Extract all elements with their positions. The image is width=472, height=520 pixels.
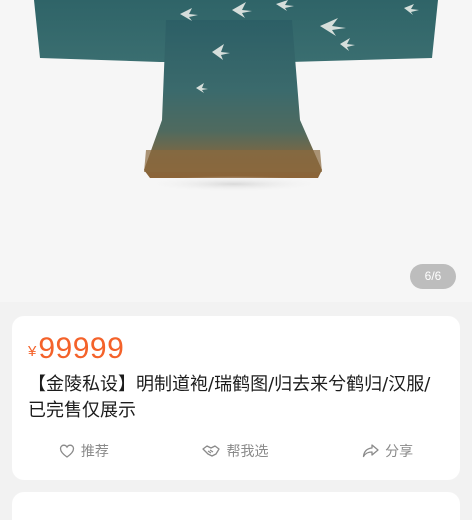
recommend-label: 推荐 [80, 444, 109, 460]
action-bar: 推荐 帮我选 分享 [12, 438, 460, 464]
product-info-card: ¥ 99999 【金陵私设】明制道袍/瑞鹤图/归去来兮鹤归/汉服/已完售仅展示 … [12, 316, 460, 480]
image-page-indicator: 6/6 [410, 264, 456, 289]
price-value: 99999 [38, 332, 125, 365]
heart-icon [59, 444, 74, 458]
product-title: 【金陵私设】明制道袍/瑞鹤图/归去来兮鹤归/汉服/已完售仅展示 [28, 374, 431, 421]
recommend-button[interactable]: 推荐 [59, 441, 109, 461]
share-button[interactable]: 分享 [362, 441, 413, 461]
help-me-choose-label: 帮我选 [226, 444, 269, 460]
next-card-text: …… [28, 510, 56, 520]
next-info-card: …… [12, 492, 460, 520]
help-me-choose-button[interactable]: 帮我选 [202, 441, 268, 461]
handshake-icon [202, 445, 221, 457]
currency-symbol: ¥ [28, 343, 37, 360]
share-label: 分享 [385, 444, 414, 460]
price: ¥ 99999 [28, 330, 124, 366]
product-image-gallery[interactable]: 6/6 [0, 0, 472, 302]
robe-image [34, 0, 438, 192]
share-icon [362, 444, 379, 458]
